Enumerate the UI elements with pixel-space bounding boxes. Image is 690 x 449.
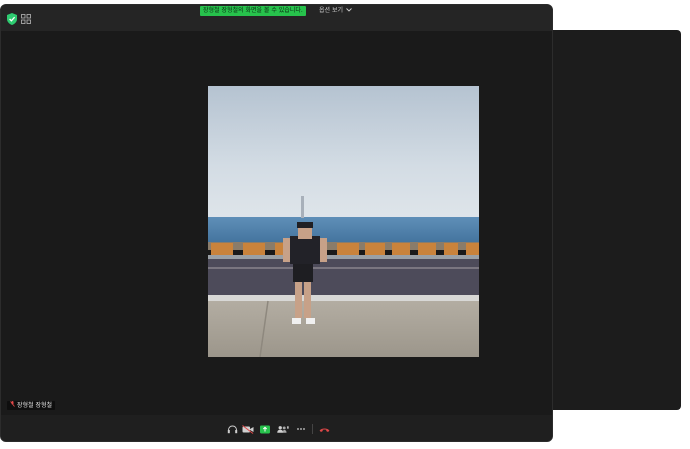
meeting-window: 장형철 장형철의 화면을 볼 수 있습니다. 옵션 보기 장형철 장형철 — [0, 4, 553, 442]
grid-icon[interactable] — [21, 9, 31, 24]
meeting-toolbar — [1, 415, 552, 441]
leave-icon[interactable] — [318, 424, 330, 434]
mic-muted-icon — [10, 401, 15, 410]
title-bar: 장형철 장형철의 화면을 볼 수 있습니다. 옵션 보기 — [1, 5, 552, 31]
shared-photo — [208, 86, 479, 357]
chevron-down-icon — [346, 6, 352, 16]
shared-screen-area: 장형철 장형철 — [1, 31, 552, 411]
screen-share-banner: 장형철 장형철의 화면을 볼 수 있습니다. — [200, 6, 306, 16]
share-screen-icon[interactable] — [259, 424, 271, 434]
more-icon[interactable] — [295, 424, 307, 434]
participants-icon[interactable] — [277, 424, 289, 434]
headphones-icon[interactable] — [226, 424, 238, 434]
view-options-label: 옵션 보기 — [319, 7, 343, 14]
shield-check-icon[interactable] — [7, 10, 17, 25]
participant-name-tag: 장형철 장형철 — [7, 401, 56, 410]
toolbar-divider — [312, 424, 313, 434]
participant-name: 장형철 장형철 — [17, 402, 53, 409]
video-muted-icon[interactable] — [242, 424, 254, 434]
view-options-button[interactable]: 옵션 보기 — [319, 6, 352, 16]
